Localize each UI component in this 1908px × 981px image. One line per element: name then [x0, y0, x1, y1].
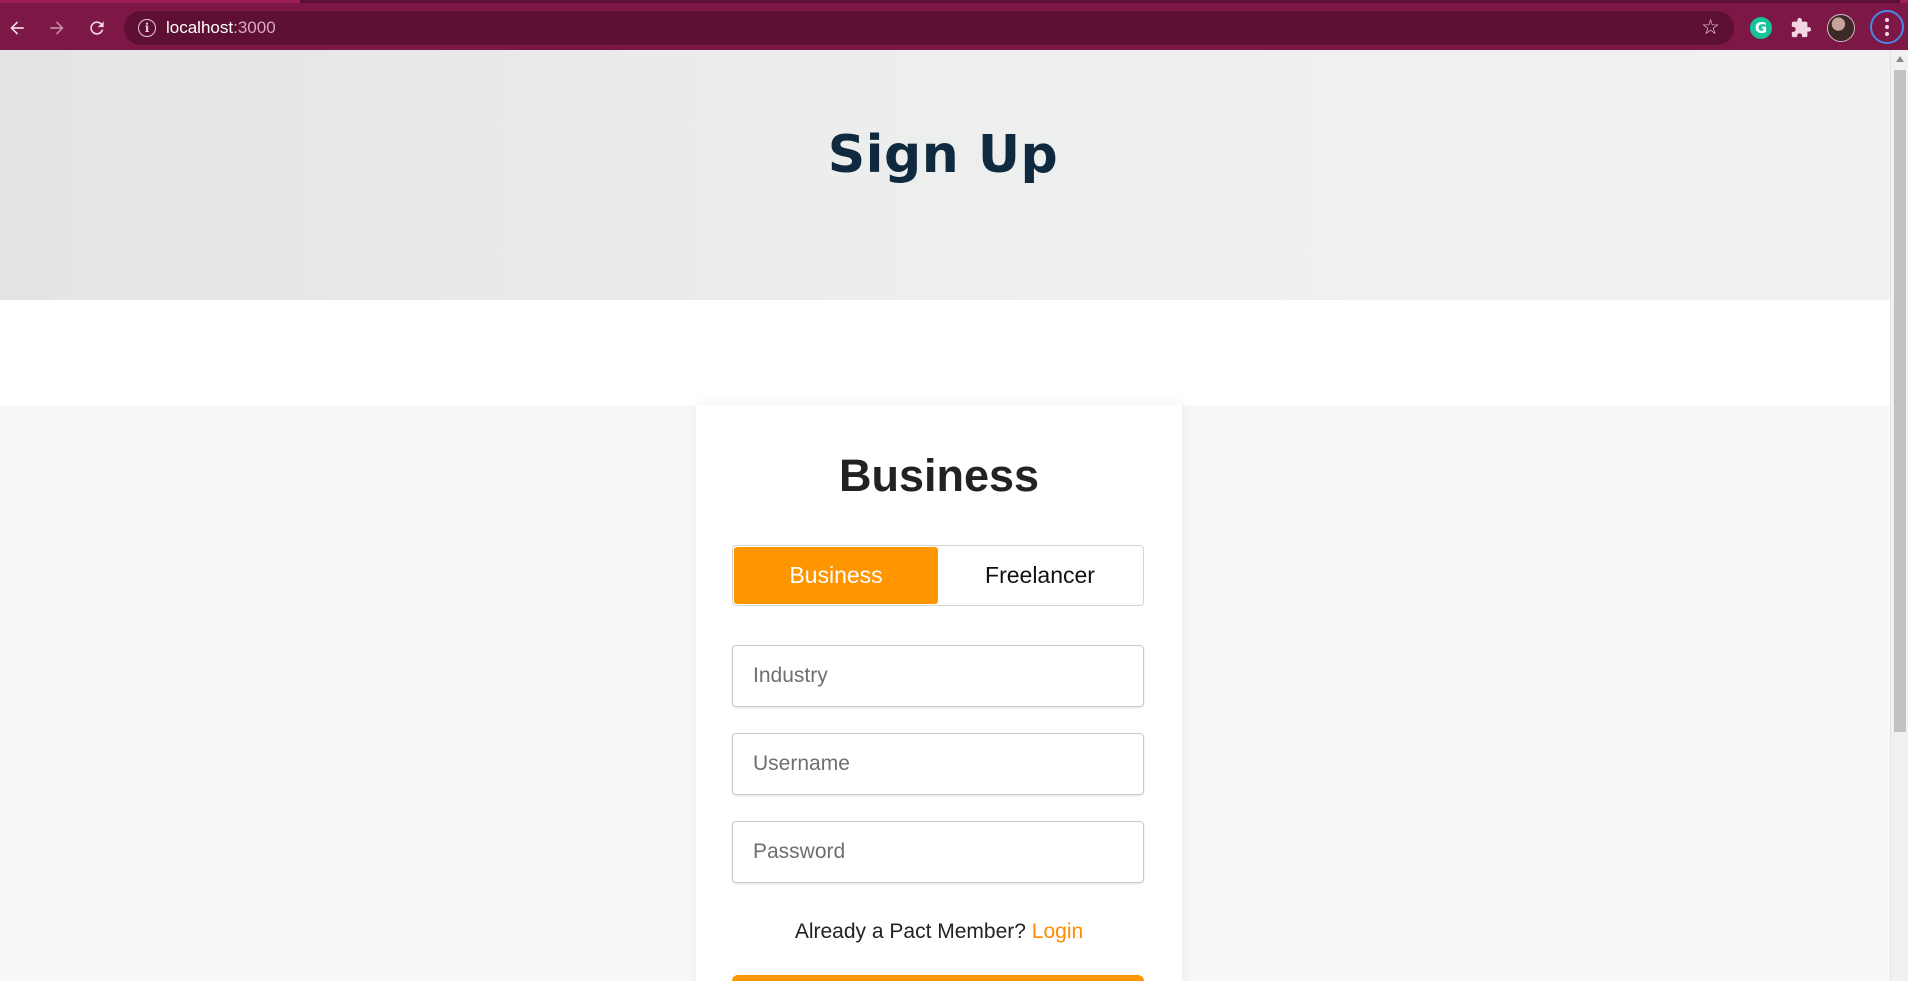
url-port: :3000	[233, 18, 276, 37]
browser-toolbar: i localhost:3000 ☆ G	[0, 0, 1908, 50]
scroll-up-arrow-icon[interactable]	[1896, 56, 1904, 62]
grammarly-extension[interactable]: G	[1747, 14, 1775, 42]
industry-field-wrapper	[732, 645, 1144, 707]
url-host: localhost	[166, 18, 234, 37]
page-title: Sign Up	[827, 125, 1059, 185]
forward-button[interactable]	[40, 11, 74, 45]
info-icon[interactable]: i	[138, 19, 156, 37]
kebab-dot	[1885, 25, 1889, 29]
page-header: Sign Up	[0, 50, 1890, 300]
password-field-wrapper	[732, 821, 1144, 883]
kebab-dot	[1885, 18, 1889, 22]
reload-button[interactable]	[80, 11, 114, 45]
spacer-band	[0, 300, 1890, 405]
login-prompt-text: Already a Pact Member?	[794, 920, 1026, 943]
scrollbar-thumb[interactable]	[1894, 70, 1906, 732]
puzzle-icon	[1791, 17, 1812, 38]
profile-button[interactable]	[1827, 14, 1855, 42]
login-prompt-line: Already a Pact Member? Login	[696, 920, 1182, 944]
signup-card: Business Business Freelancer Already a P…	[696, 405, 1182, 981]
toggle-business[interactable]: Business	[734, 547, 938, 604]
password-input[interactable]	[733, 822, 1143, 882]
tab-strip-edge	[300, 0, 1900, 3]
avatar	[1827, 14, 1855, 42]
account-type-toggle: Business Freelancer	[732, 545, 1144, 606]
industry-input[interactable]	[733, 646, 1143, 706]
signup-submit-button[interactable]	[732, 975, 1144, 981]
grammarly-icon: G	[1750, 17, 1772, 39]
reload-icon	[90, 21, 104, 35]
arrow-right-icon	[50, 21, 64, 35]
toggle-freelancer[interactable]: Freelancer	[938, 547, 1142, 604]
page-viewport: Sign Up Business Business Freelancer Alr…	[0, 50, 1890, 981]
username-field-wrapper	[732, 733, 1144, 795]
kebab-dot	[1885, 32, 1889, 36]
arrow-left-icon	[10, 21, 24, 35]
bookmark-star-icon[interactable]: ☆	[1701, 16, 1720, 40]
address-bar[interactable]: i localhost:3000 ☆	[124, 11, 1734, 45]
username-input[interactable]	[733, 734, 1143, 794]
page-scrollbar[interactable]	[1890, 50, 1908, 981]
login-link[interactable]: Login	[1032, 920, 1083, 943]
extensions-button[interactable]	[1787, 14, 1815, 42]
form-heading: Business	[838, 450, 1040, 501]
back-button[interactable]	[0, 11, 34, 45]
browser-menu-button[interactable]	[1870, 10, 1904, 44]
